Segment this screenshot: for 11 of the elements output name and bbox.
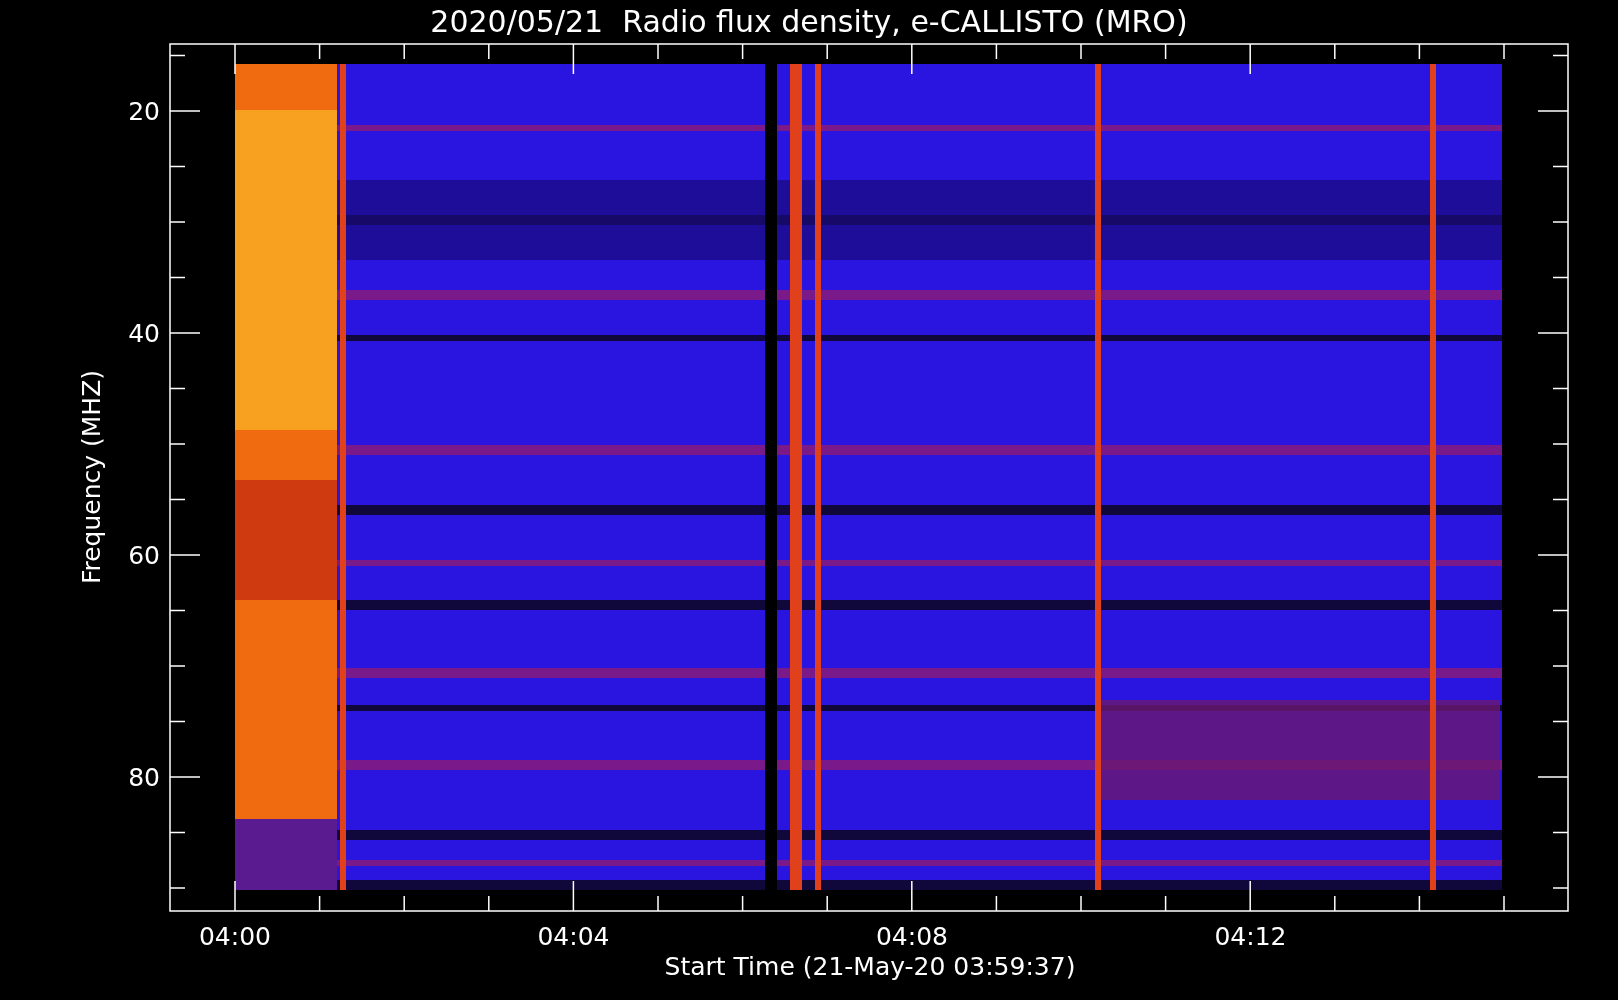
x-tick-label: 04:00	[199, 922, 271, 951]
y-tick-label: 40	[128, 319, 160, 348]
y-tick-label: 20	[128, 97, 160, 126]
y-axis-label: Frequency (MHZ)	[77, 369, 106, 585]
plot-title: 2020/05/21 Radio flux density, e-CALLISTO (MRO)	[430, 4, 1188, 39]
x-tick-label: 04:04	[537, 922, 610, 951]
x-axis-label: Start Time (21-May-20 03:59:37)	[664, 952, 1076, 981]
y-tick-label: 60	[128, 541, 160, 570]
y-tick-label: 80	[128, 763, 160, 792]
x-tick-label: 04:12	[1214, 922, 1287, 951]
x-tick-label: 04:08	[876, 922, 948, 951]
